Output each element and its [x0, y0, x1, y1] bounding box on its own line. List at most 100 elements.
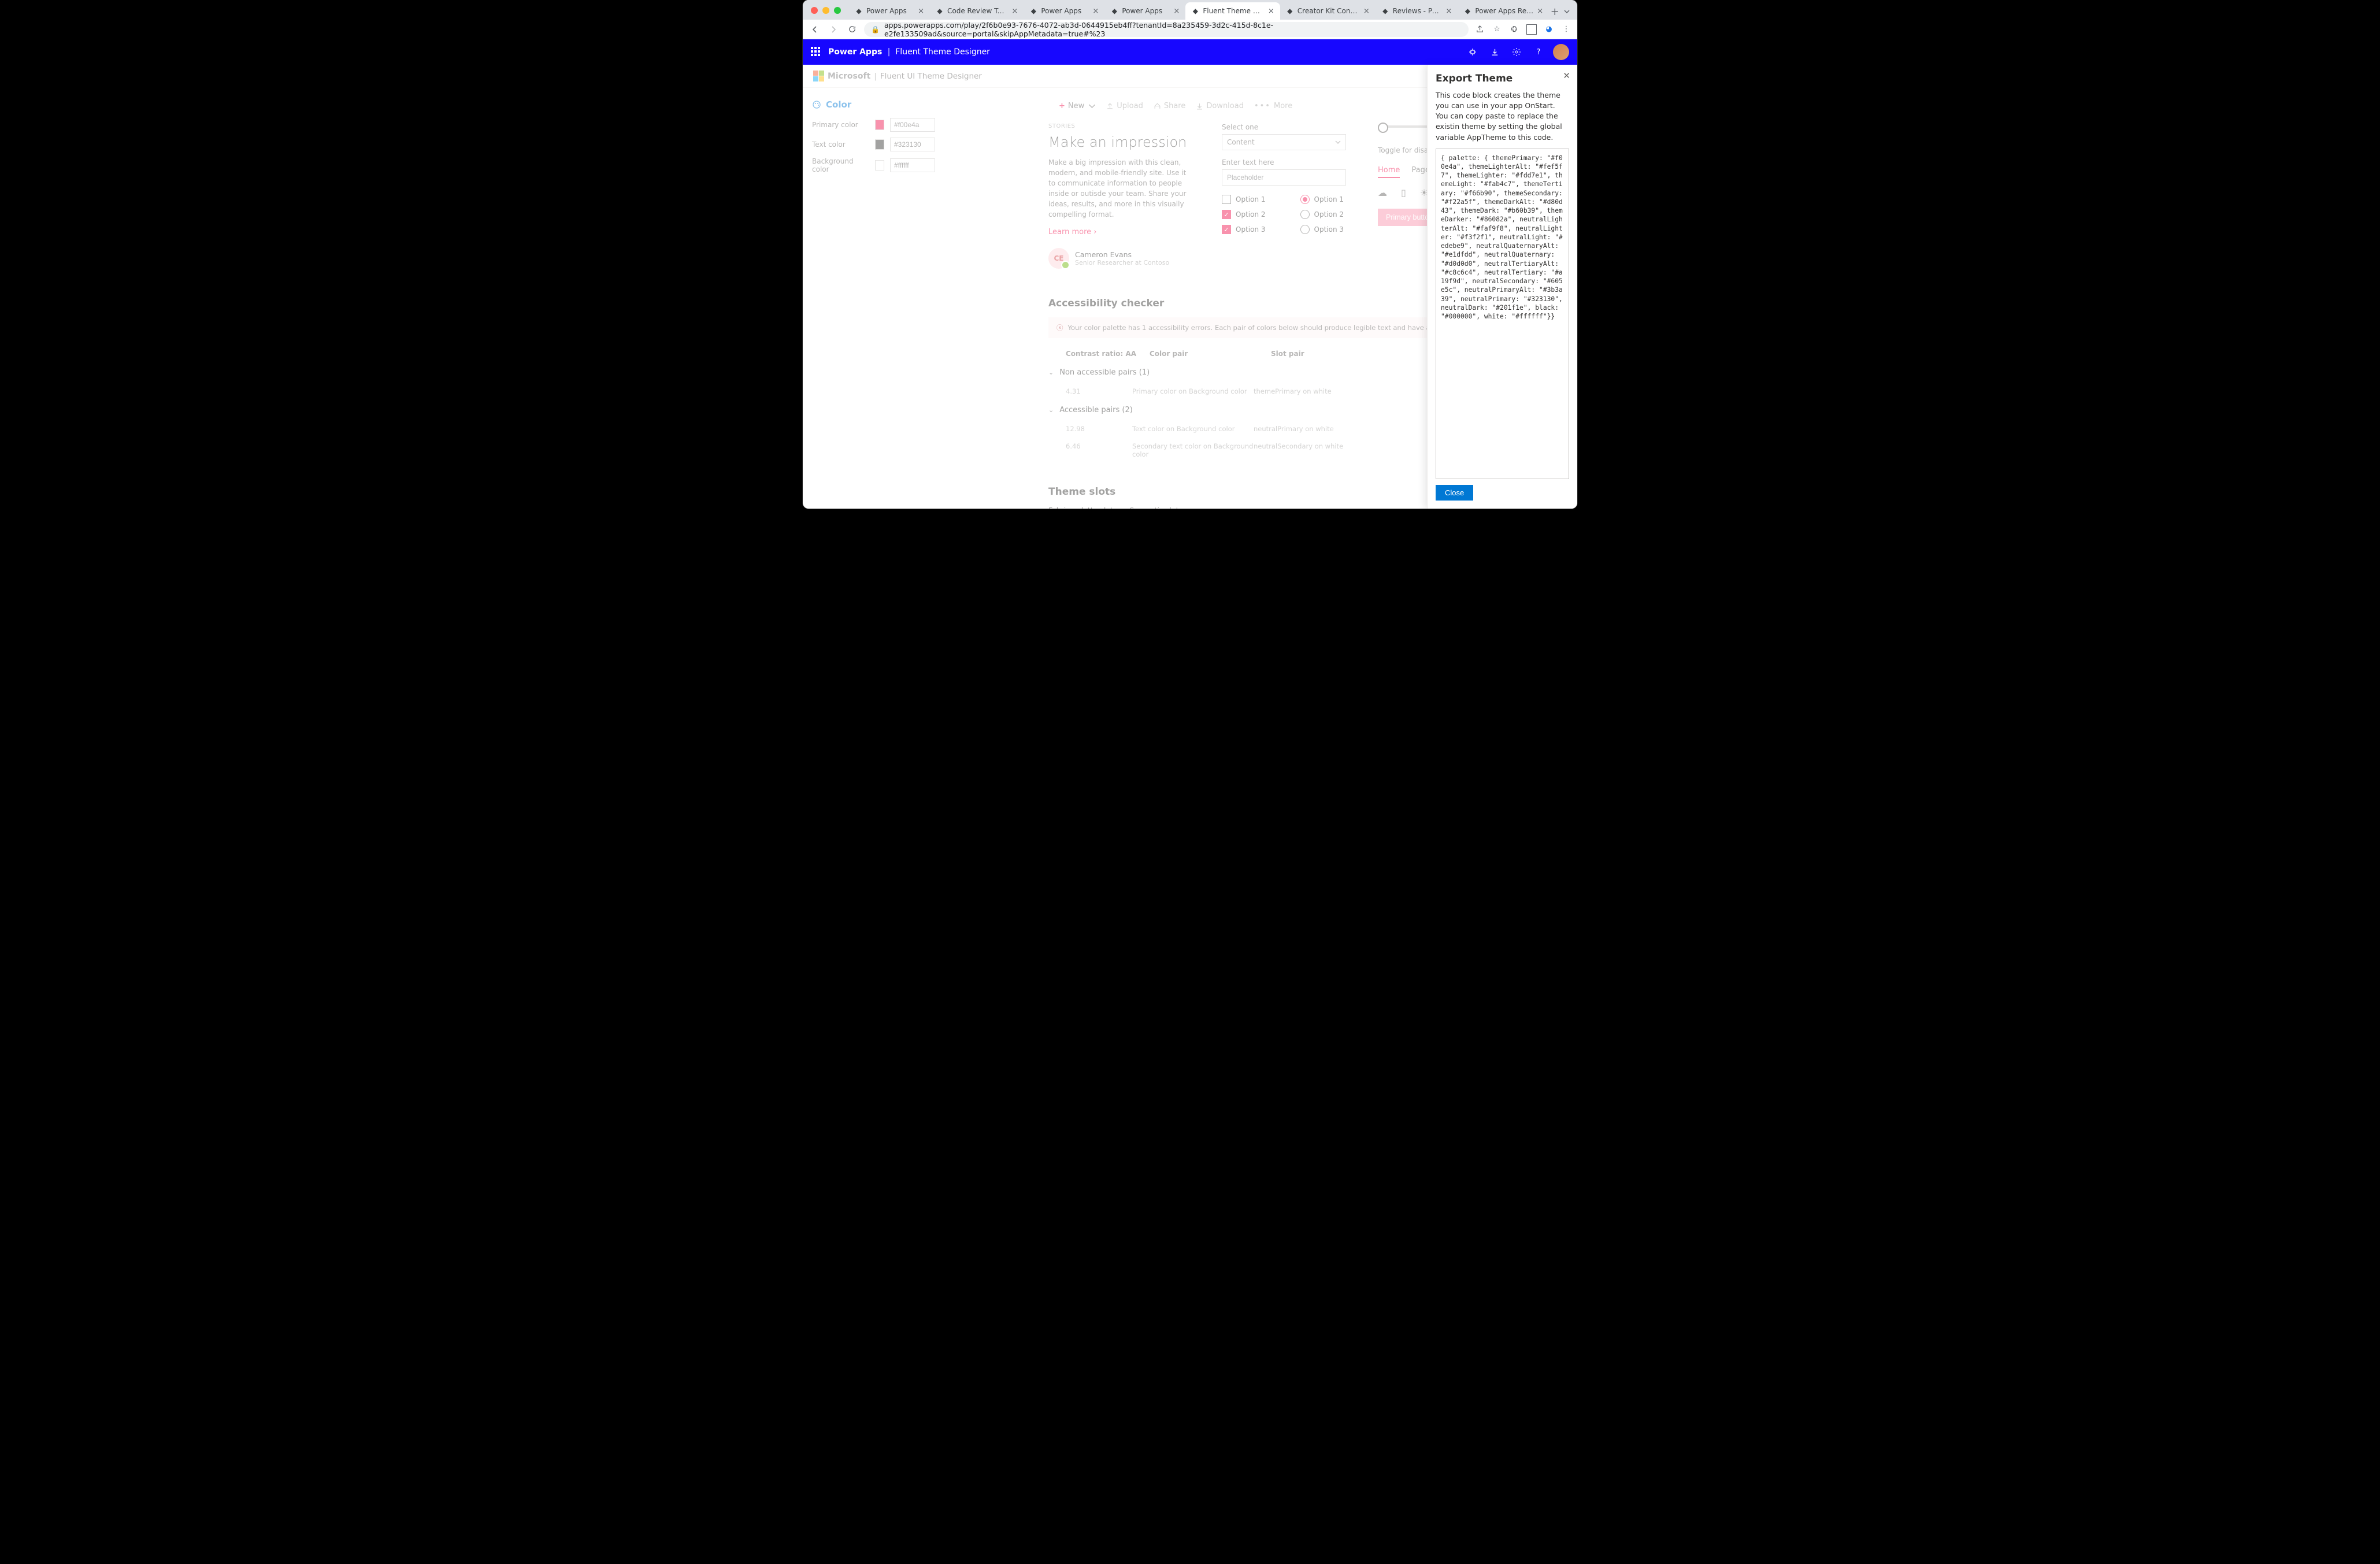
color-sidebar: Color Primary color Text color Backgroun…	[803, 88, 944, 509]
browser-address-bar: 🔒 apps.powerapps.com/play/2f6b0e93-7676-…	[803, 20, 1577, 39]
product-name: Fluent UI Theme Designer	[880, 72, 982, 81]
close-icon[interactable]: ×	[1268, 7, 1274, 16]
learn-more-link[interactable]: Learn more ›	[1048, 228, 1193, 236]
primary-color-input[interactable]	[890, 118, 935, 132]
tab-overflow-button[interactable]	[1561, 3, 1573, 20]
help-icon[interactable]: ?	[1531, 45, 1546, 60]
persona-avatar: CE	[1048, 248, 1069, 269]
microsoft-logo-icon	[813, 71, 824, 81]
tab-title: Power Apps	[866, 7, 914, 15]
reload-button[interactable]	[846, 23, 858, 36]
url-text: apps.powerapps.com/play/2f6b0e93-7676-40…	[884, 21, 1462, 38]
cloud-icon[interactable]: ☁	[1378, 187, 1387, 198]
close-icon[interactable]: ×	[1537, 7, 1543, 16]
bg-color-label: Background color	[812, 157, 869, 173]
text-color-swatch[interactable]	[875, 139, 884, 150]
close-icon[interactable]: ×	[918, 7, 924, 16]
menu-icon[interactable]: ⋮	[1561, 24, 1571, 35]
window-close-dot[interactable]	[811, 7, 818, 14]
checkbox-option-3[interactable]: ✓Option 3	[1222, 225, 1266, 234]
user-avatar[interactable]	[1553, 44, 1569, 60]
theme-code-block[interactable]: { palette: { themePrimary: "#f00e4a", th…	[1436, 149, 1569, 479]
window-min-dot[interactable]	[822, 7, 829, 14]
browser-tab[interactable]: ◆ Code Review Tool Experim ×	[930, 2, 1024, 20]
tab-semantic-slots[interactable]: Semantic slots	[1129, 506, 1182, 509]
account-badge-icon[interactable]: ◕	[1544, 24, 1554, 35]
close-icon[interactable]: ×	[1445, 7, 1452, 16]
browser-tab[interactable]: ◆ Power Apps ×	[849, 2, 930, 20]
radio-option-3[interactable]: Option 3	[1300, 225, 1344, 234]
browser-tab[interactable]: ◆ Power Apps Review Tool - ×	[1458, 2, 1549, 20]
select-label: Select one	[1222, 123, 1349, 131]
extensions-icon[interactable]	[1509, 24, 1519, 35]
text-color-input[interactable]	[890, 138, 935, 151]
powerapps-icon: ◆	[855, 7, 863, 15]
content-dropdown[interactable]: Content	[1222, 134, 1346, 150]
radio-option-1[interactable]: Option 1	[1300, 195, 1344, 204]
new-command[interactable]: +New	[1059, 102, 1096, 110]
browser-tab-active[interactable]: ◆ Fluent Theme Designer - P ×	[1185, 2, 1280, 20]
share-icon[interactable]	[1474, 24, 1485, 35]
text-input[interactable]	[1222, 169, 1346, 186]
app-title: Power Apps | Fluent Theme Designer	[828, 47, 990, 57]
panel-description: This code block creates the theme you ca…	[1436, 90, 1569, 143]
col-color-pair: Color pair	[1150, 350, 1271, 358]
stories-heading: Make an impression	[1048, 134, 1193, 150]
bg-color-swatch[interactable]	[875, 160, 884, 171]
powerapps-icon: ◆	[936, 7, 944, 15]
browser-tab[interactable]: ◆ Power Apps ×	[1104, 2, 1185, 20]
persona: CE Cameron Evans Senior Researcher at Co…	[1048, 248, 1193, 269]
new-tab-button[interactable]: +	[1549, 3, 1560, 20]
star-icon[interactable]: ☆	[1492, 24, 1502, 35]
tab-fabric-slots[interactable]: Fabric palette slots	[1048, 506, 1117, 509]
tab-title: Power Apps	[1041, 7, 1089, 15]
pivot-home[interactable]: Home	[1378, 166, 1400, 178]
url-input[interactable]: 🔒 apps.powerapps.com/play/2f6b0e93-7676-…	[864, 22, 1469, 37]
forward-button[interactable]	[827, 23, 840, 36]
browser-tab[interactable]: ◆ Reviews - Power Apps ×	[1376, 2, 1458, 20]
back-button[interactable]	[809, 23, 821, 36]
mobile-icon[interactable]: ▯	[1401, 187, 1406, 198]
close-icon[interactable]: ×	[1363, 7, 1370, 16]
tab-title: Power Apps Review Tool -	[1475, 7, 1533, 15]
error-icon: ⓧ	[1056, 323, 1063, 332]
powerapps-icon: ◆	[1110, 7, 1118, 15]
radio-option-2[interactable]: Option 2	[1300, 210, 1344, 219]
stories-label: STORIES	[1048, 123, 1193, 129]
browser-tab[interactable]: ◆ Power Apps ×	[1024, 2, 1104, 20]
close-icon[interactable]: ×	[1092, 7, 1099, 16]
text-label: Enter text here	[1222, 158, 1349, 166]
chevron-down-icon: ⌄	[1048, 369, 1054, 376]
close-icon[interactable]: ×	[1011, 7, 1018, 16]
profile-icon[interactable]	[1526, 24, 1537, 35]
browser-tab[interactable]: ◆ Creator Kit Control Referen ×	[1280, 2, 1376, 20]
upload-command[interactable]: Upload	[1106, 102, 1143, 110]
bg-color-input[interactable]	[890, 158, 935, 172]
col-contrast-ratio: Contrast ratio: AA	[1066, 350, 1150, 358]
browser-tabstrip: ◆ Power Apps × ◆ Code Review Tool Experi…	[803, 0, 1577, 20]
close-icon[interactable]: ×	[1173, 7, 1180, 16]
persona-name: Cameron Evans	[1075, 250, 1169, 259]
powerapps-icon: ◆	[1463, 7, 1471, 15]
panel-close-button[interactable]: ✕	[1563, 71, 1570, 81]
checkbox-option-1[interactable]: Option 1	[1222, 195, 1266, 204]
col-slot-pair: Slot pair	[1271, 350, 1387, 358]
close-button[interactable]: Close	[1436, 485, 1473, 501]
checkbox-option-2[interactable]: ✓Option 2	[1222, 210, 1266, 219]
brand-name: Microsoft	[828, 72, 870, 81]
powerapps-icon: ◆	[1286, 7, 1294, 15]
tab-title: Fluent Theme Designer - P	[1203, 7, 1265, 15]
chevron-down-icon: ⌄	[1048, 406, 1054, 414]
primary-color-swatch[interactable]	[875, 120, 884, 130]
app-launcher-icon[interactable]	[811, 47, 821, 57]
tab-title: Reviews - Power Apps	[1393, 7, 1443, 15]
diagram-icon[interactable]	[1465, 45, 1480, 60]
window-max-dot[interactable]	[834, 7, 841, 14]
more-command[interactable]: •••More	[1254, 102, 1292, 110]
palette-icon	[812, 100, 821, 109]
color-section-heading: Color	[812, 99, 935, 110]
download-icon[interactable]	[1487, 45, 1502, 60]
download-command[interactable]: Download	[1196, 102, 1244, 110]
settings-icon[interactable]	[1509, 45, 1524, 60]
share-command[interactable]: Share	[1154, 102, 1186, 110]
